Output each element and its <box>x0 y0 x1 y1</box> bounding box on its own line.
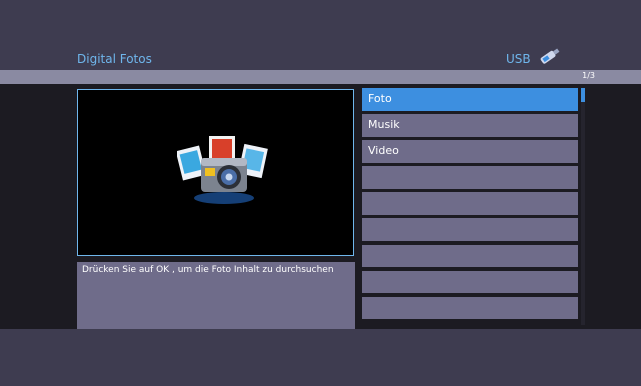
page-title: Digital Fotos <box>77 52 152 66</box>
list-item-empty <box>362 270 578 294</box>
list-item-empty <box>362 166 578 189</box>
hint-text: Drücken Sie auf OK , um die Foto Inhalt … <box>77 262 355 329</box>
list-item-empty <box>362 244 578 268</box>
scrollbar[interactable] <box>581 88 585 325</box>
preview-panel <box>77 89 354 256</box>
scrollbar-thumb[interactable] <box>581 88 585 102</box>
list-item-empty <box>362 192 578 215</box>
page-counter: 1/3 <box>582 71 595 80</box>
photo-camera-icon <box>177 136 268 204</box>
usb-stick-icon <box>540 48 560 64</box>
footer-band <box>0 329 641 386</box>
list-item-empty <box>362 218 578 242</box>
list-item-video[interactable]: Video <box>362 140 578 163</box>
list-item-musik[interactable]: Musik <box>362 114 578 137</box>
source-label: USB <box>506 52 531 66</box>
list-item-empty <box>362 296 578 320</box>
status-bar <box>0 70 641 84</box>
media-type-list: Foto Musik Video <box>362 88 578 323</box>
list-item-foto[interactable]: Foto <box>362 88 578 111</box>
